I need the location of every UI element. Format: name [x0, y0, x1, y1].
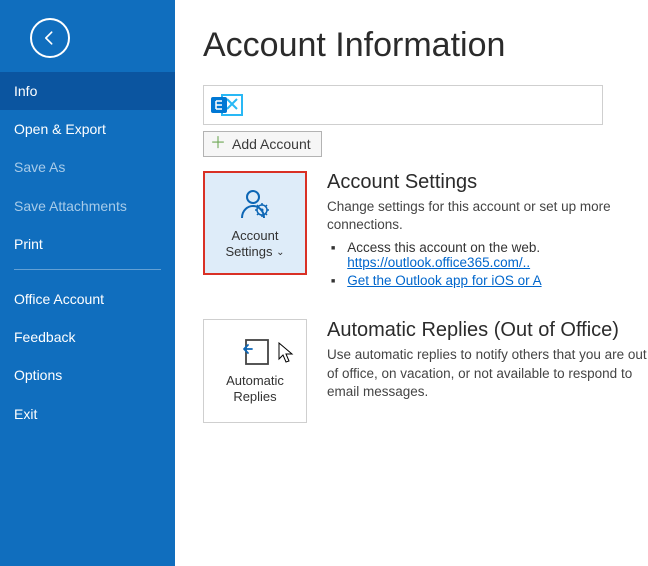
account-settings-heading: Account Settings: [327, 171, 648, 194]
sidebar-item-options[interactable]: Options: [0, 356, 175, 394]
sidebar-item-feedback[interactable]: Feedback: [0, 318, 175, 356]
bullet-get-app: Get the Outlook app for iOS or A: [331, 273, 648, 288]
sidebar-item-office-account[interactable]: Office Account: [0, 280, 175, 318]
back-button[interactable]: [30, 18, 70, 58]
page-title: Account Information: [203, 26, 648, 65]
sidebar-separator: [14, 269, 161, 270]
sidebar-item-open-export[interactable]: Open & Export: [0, 110, 175, 148]
sidebar-item-exit[interactable]: Exit: [0, 395, 175, 433]
automatic-replies-tile-label: Automatic Replies: [226, 373, 284, 406]
sidebar-item-info[interactable]: Info: [0, 72, 175, 110]
section-automatic-replies: Automatic Replies Automatic Replies (Out…: [203, 319, 648, 423]
plus-icon: ＋: [210, 136, 226, 152]
auto-reply-icon: [238, 337, 272, 367]
person-gear-icon: [237, 186, 273, 222]
sidebar-item-save-attachments: Save Attachments: [0, 187, 175, 225]
mobile-app-link[interactable]: Get the Outlook app for iOS or A: [347, 273, 541, 288]
exchange-icon: [210, 90, 244, 120]
account-settings-desc: Change settings for this account or set …: [327, 198, 648, 234]
automatic-replies-heading: Automatic Replies (Out of Office): [327, 319, 648, 342]
account-settings-tile[interactable]: Account Settings ⌄: [203, 171, 307, 275]
account-settings-tile-label: Account Settings ⌄: [226, 228, 285, 261]
sidebar-item-print[interactable]: Print: [0, 225, 175, 263]
account-selector[interactable]: [203, 85, 603, 125]
automatic-replies-tile[interactable]: Automatic Replies: [203, 319, 307, 423]
sidebar-item-save-as: Save As: [0, 148, 175, 186]
main-panel: Account Information ＋ Add Account: [175, 0, 648, 566]
arrow-left-icon: [40, 28, 60, 48]
add-account-button[interactable]: ＋ Add Account: [203, 131, 322, 157]
bullet-access-web: Access this account on the web. https://…: [331, 240, 648, 270]
add-account-label: Add Account: [232, 136, 311, 152]
chevron-down-icon: ⌄: [276, 247, 284, 258]
backstage-sidebar: Info Open & Export Save As Save Attachme…: [0, 0, 175, 566]
automatic-replies-desc: Use automatic replies to notify others t…: [327, 346, 648, 401]
section-account-settings: Account Settings ⌄ Account Settings Chan…: [203, 171, 648, 291]
owa-link[interactable]: https://outlook.office365.com/..: [347, 255, 530, 270]
sidebar-nav: Info Open & Export Save As Save Attachme…: [0, 72, 175, 433]
